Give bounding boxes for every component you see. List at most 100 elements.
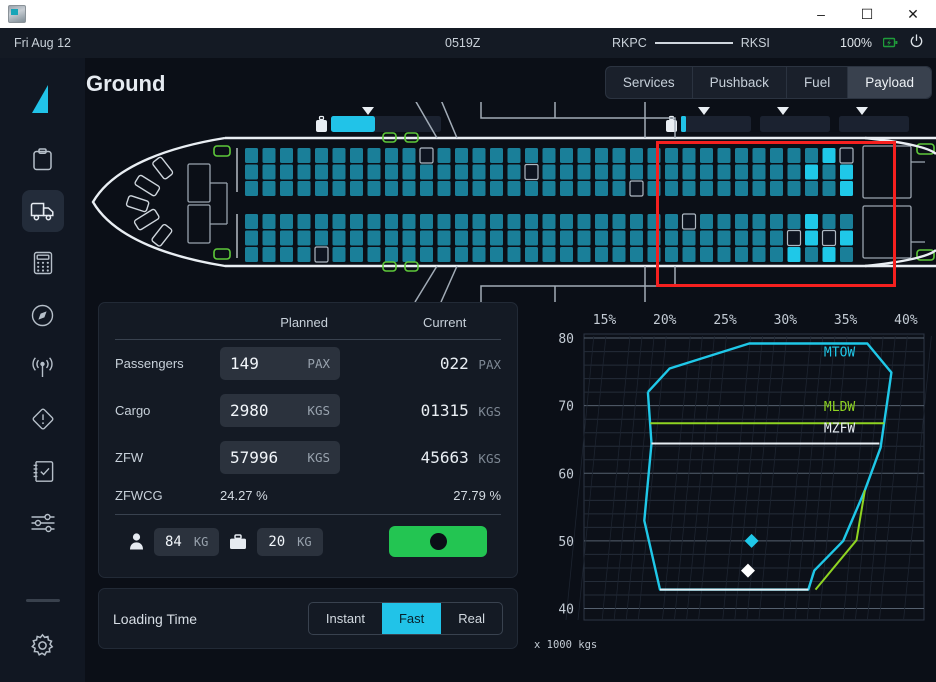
sidebar-item-clipboard[interactable] bbox=[22, 138, 64, 180]
seat[interactable] bbox=[770, 214, 783, 229]
seat[interactable] bbox=[595, 164, 608, 180]
seat[interactable] bbox=[472, 230, 486, 246]
seat[interactable] bbox=[542, 214, 556, 229]
seat[interactable] bbox=[525, 230, 538, 246]
seat[interactable] bbox=[805, 230, 818, 246]
seat[interactable] bbox=[665, 181, 678, 196]
seat[interactable] bbox=[507, 230, 521, 246]
seat[interactable] bbox=[595, 214, 608, 229]
seat[interactable] bbox=[490, 181, 503, 196]
seat[interactable] bbox=[314, 246, 329, 263]
seat[interactable] bbox=[822, 181, 836, 196]
minimize-button[interactable]: – bbox=[798, 0, 844, 28]
seat[interactable] bbox=[717, 247, 731, 262]
seat[interactable] bbox=[525, 148, 538, 163]
seat[interactable] bbox=[840, 214, 853, 229]
seat[interactable] bbox=[455, 214, 468, 229]
seat[interactable] bbox=[665, 164, 678, 180]
seat[interactable] bbox=[367, 230, 381, 246]
seat[interactable] bbox=[490, 164, 503, 180]
input-planned-passengers[interactable]: 149 PAX bbox=[220, 347, 340, 380]
seat[interactable] bbox=[717, 230, 731, 246]
seat[interactable] bbox=[524, 163, 539, 181]
seat[interactable] bbox=[665, 214, 678, 229]
seat[interactable] bbox=[839, 147, 854, 164]
seat[interactable] bbox=[507, 247, 521, 262]
seat[interactable] bbox=[822, 148, 836, 163]
seat[interactable] bbox=[577, 230, 591, 246]
seat[interactable] bbox=[455, 181, 468, 196]
seat[interactable] bbox=[525, 181, 538, 196]
seat[interactable] bbox=[840, 247, 853, 262]
seat[interactable] bbox=[385, 247, 398, 262]
seat[interactable] bbox=[630, 230, 643, 246]
seat[interactable] bbox=[437, 214, 451, 229]
seat[interactable] bbox=[700, 164, 713, 180]
seat[interactable] bbox=[700, 214, 713, 229]
seat[interactable] bbox=[612, 148, 626, 163]
seat[interactable] bbox=[700, 181, 713, 196]
seat[interactable] bbox=[385, 214, 398, 229]
seat[interactable] bbox=[262, 214, 276, 229]
seat[interactable] bbox=[437, 247, 451, 262]
seat[interactable] bbox=[665, 230, 678, 246]
input-bag-weight[interactable]: 20 KG bbox=[257, 527, 323, 556]
seat[interactable] bbox=[385, 181, 398, 196]
seat[interactable] bbox=[525, 214, 538, 229]
seat[interactable] bbox=[752, 164, 766, 180]
seat[interactable] bbox=[367, 164, 381, 180]
seat[interactable] bbox=[595, 181, 608, 196]
seat[interactable] bbox=[280, 247, 293, 262]
seat[interactable] bbox=[665, 148, 678, 163]
seat[interactable] bbox=[507, 164, 521, 180]
seat[interactable] bbox=[437, 148, 451, 163]
seat[interactable] bbox=[262, 247, 276, 262]
seat[interactable] bbox=[735, 230, 748, 246]
seat[interactable] bbox=[700, 247, 713, 262]
seat[interactable] bbox=[245, 148, 258, 163]
seat[interactable] bbox=[245, 230, 258, 246]
seat[interactable] bbox=[472, 181, 486, 196]
seat[interactable] bbox=[682, 247, 696, 262]
seat[interactable] bbox=[367, 148, 381, 163]
seat[interactable] bbox=[770, 164, 783, 180]
seat[interactable] bbox=[735, 214, 748, 229]
seat[interactable] bbox=[455, 230, 468, 246]
input-pax-weight[interactable]: 84 KG bbox=[154, 527, 220, 556]
seat[interactable] bbox=[560, 164, 573, 180]
seat[interactable] bbox=[595, 148, 608, 163]
sidebar-item-ground[interactable] bbox=[21, 190, 64, 232]
loading-time-fast[interactable]: Fast bbox=[381, 603, 442, 634]
close-button[interactable]: ✕ bbox=[890, 0, 936, 28]
seat[interactable] bbox=[735, 148, 748, 163]
seat[interactable] bbox=[332, 181, 346, 196]
seat[interactable] bbox=[245, 214, 258, 229]
seat[interactable] bbox=[420, 181, 433, 196]
seat[interactable] bbox=[770, 181, 783, 196]
seat[interactable] bbox=[700, 230, 713, 246]
seat[interactable] bbox=[350, 181, 363, 196]
seat[interactable] bbox=[577, 247, 591, 262]
seat[interactable] bbox=[647, 148, 661, 163]
seat[interactable] bbox=[402, 230, 416, 246]
seat[interactable] bbox=[525, 247, 538, 262]
seat[interactable] bbox=[630, 214, 643, 229]
tab-pushback[interactable]: Pushback bbox=[693, 67, 787, 98]
seat[interactable] bbox=[332, 230, 346, 246]
seat[interactable] bbox=[717, 148, 731, 163]
seat[interactable] bbox=[577, 181, 591, 196]
seat[interactable] bbox=[420, 214, 433, 229]
seat[interactable] bbox=[682, 181, 696, 196]
seat[interactable] bbox=[385, 148, 398, 163]
sidebar-item-settings-sliders[interactable] bbox=[22, 502, 64, 544]
seat[interactable] bbox=[787, 247, 801, 262]
seat[interactable] bbox=[717, 181, 731, 196]
seat[interactable] bbox=[472, 247, 486, 262]
start-loading-button[interactable] bbox=[389, 526, 487, 557]
seat[interactable] bbox=[402, 164, 416, 180]
seat[interactable] bbox=[612, 247, 626, 262]
seat[interactable] bbox=[385, 230, 398, 246]
seat[interactable] bbox=[280, 164, 293, 180]
seat[interactable] bbox=[717, 214, 731, 229]
seat[interactable] bbox=[770, 148, 783, 163]
